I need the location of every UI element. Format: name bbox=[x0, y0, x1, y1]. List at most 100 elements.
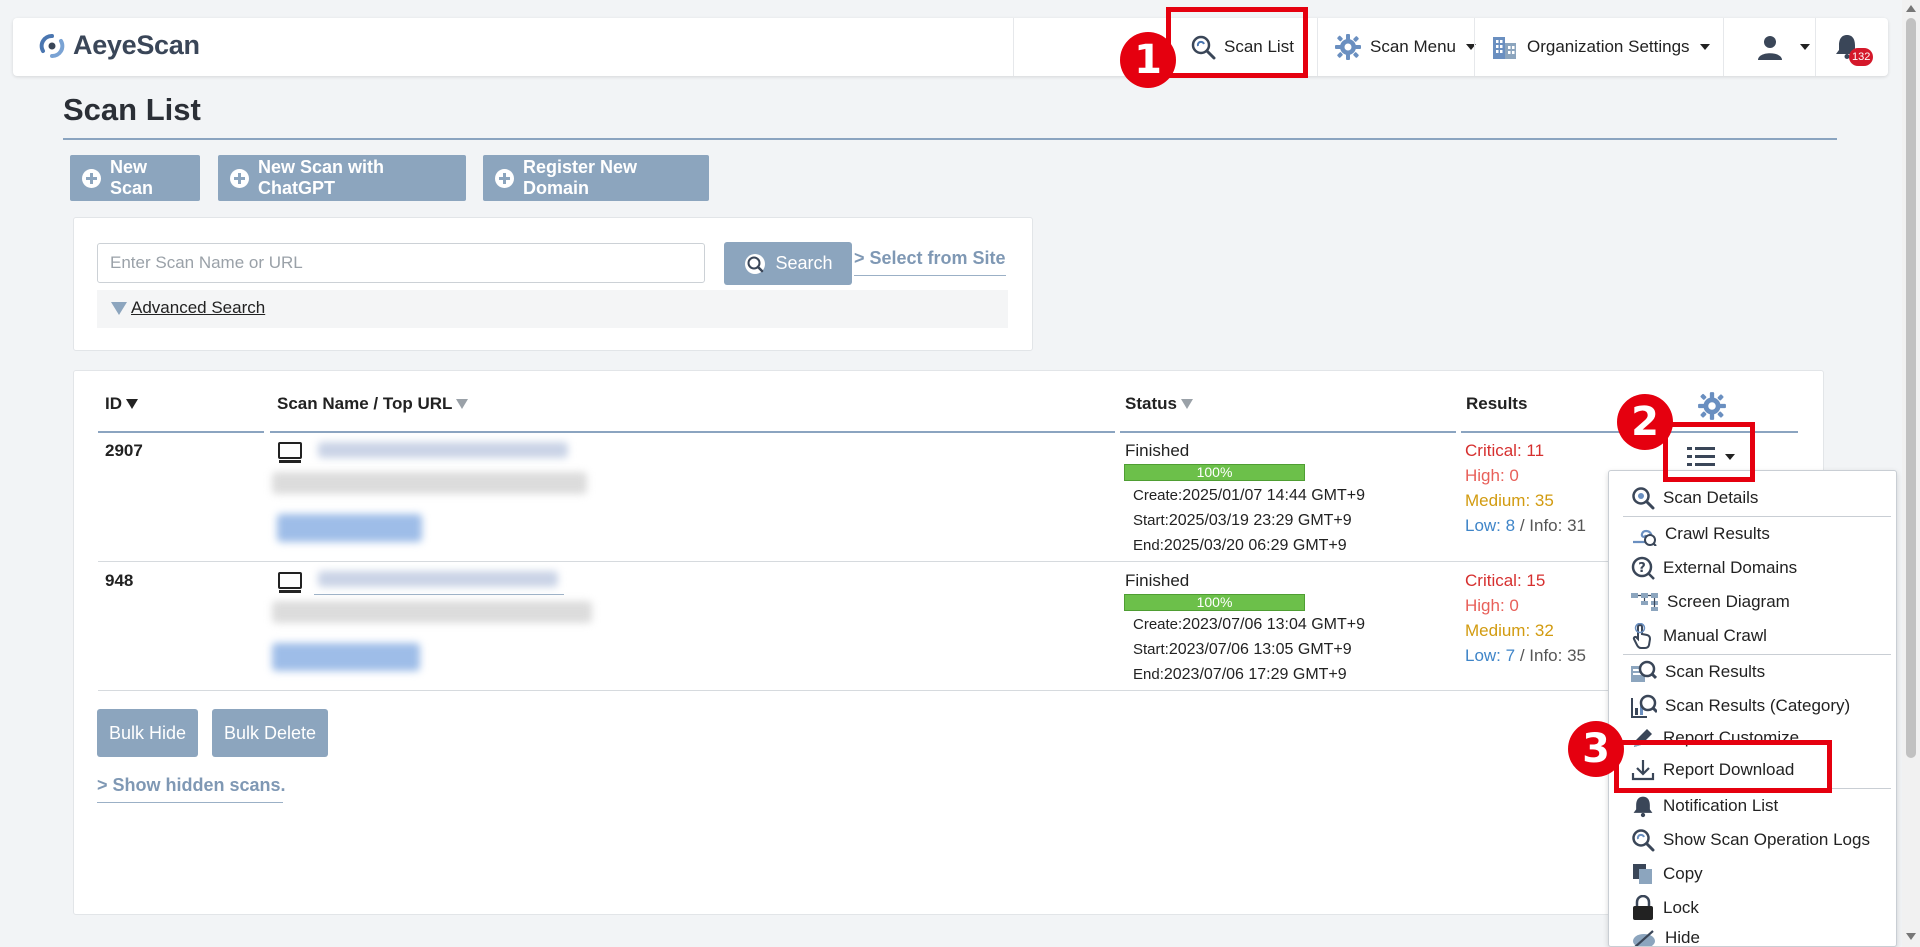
triangle-down-icon[interactable] bbox=[111, 302, 127, 315]
gear-icon bbox=[1335, 34, 1361, 60]
logo[interactable]: AeyeScan bbox=[37, 30, 200, 61]
menu-item-scan-results-category[interactable]: Scan Results (Category) bbox=[1609, 690, 1896, 722]
desktop-icon bbox=[278, 572, 302, 593]
header-divider bbox=[270, 431, 1115, 433]
result-critical[interactable]: Critical: 15 bbox=[1465, 568, 1586, 593]
column-header-status[interactable]: Status bbox=[1125, 394, 1193, 414]
column-header-results: Results bbox=[1466, 394, 1527, 414]
create-label: Create: bbox=[1133, 487, 1183, 504]
menu-item-scan-details[interactable]: Scan Details bbox=[1609, 482, 1896, 514]
result-high[interactable]: High: 0 bbox=[1465, 463, 1586, 488]
result-medium[interactable]: Medium: 32 bbox=[1465, 618, 1586, 643]
header-divider bbox=[98, 431, 264, 433]
row-divider bbox=[98, 561, 1798, 562]
new-scan-chatgpt-button[interactable]: New Scan with ChatGPT bbox=[218, 155, 466, 201]
result-medium[interactable]: Medium: 35 bbox=[1465, 488, 1586, 513]
top-navbar: AeyeScan Scan List Scan Menu Organizatio… bbox=[13, 18, 1888, 76]
scan-name-redacted[interactable] bbox=[318, 571, 558, 587]
lock-icon bbox=[1633, 895, 1653, 920]
menu-item-show-scan-operation-logs[interactable]: Show Scan Operation Logs bbox=[1609, 824, 1896, 856]
result-critical[interactable]: Critical: 11 bbox=[1465, 438, 1586, 463]
menu-item-manual-crawl[interactable]: Manual Crawl bbox=[1609, 620, 1896, 652]
header-divider bbox=[1120, 431, 1456, 433]
scan-results-icon bbox=[1631, 660, 1657, 682]
menu-item-label: Scan Results (Category) bbox=[1665, 696, 1851, 715]
result-low[interactable]: Low: 7 bbox=[1465, 646, 1515, 665]
select-from-site-link[interactable]: > Select from Site bbox=[854, 248, 1006, 276]
nav-notifications[interactable]: 132 bbox=[1833, 18, 1874, 76]
chart-search-icon bbox=[1631, 694, 1657, 718]
search-button-label: Search bbox=[775, 253, 833, 273]
create-label: Create: bbox=[1133, 616, 1183, 633]
register-domain-label: Register New Domain bbox=[523, 157, 638, 198]
show-hidden-scans-link[interactable]: > Show hidden scans. bbox=[97, 775, 286, 803]
menu-item-lock[interactable]: Lock bbox=[1609, 892, 1896, 924]
menu-item-label: Show Scan Operation Logs bbox=[1663, 830, 1870, 849]
bell-icon bbox=[1633, 796, 1653, 818]
scrollbar-thumb[interactable] bbox=[1906, 18, 1916, 758]
menu-item-scan-results[interactable]: Scan Results bbox=[1609, 656, 1896, 688]
page-title: Scan List bbox=[63, 92, 201, 127]
column-header-name-label: Scan Name / Top URL bbox=[277, 394, 453, 413]
advanced-search-link[interactable]: Advanced Search bbox=[131, 298, 265, 318]
new-scan-button[interactable]: New Scan bbox=[70, 155, 200, 201]
column-settings-gear-icon[interactable] bbox=[1697, 391, 1727, 421]
menu-divider bbox=[1623, 516, 1891, 517]
nav-scan-menu-label: Scan Menu bbox=[1370, 37, 1456, 56]
plus-circle-icon bbox=[230, 168, 249, 188]
menu-item-label: Copy bbox=[1663, 864, 1703, 883]
scan-name-redacted[interactable] bbox=[318, 442, 568, 458]
tag-redacted bbox=[277, 514, 422, 542]
result-info[interactable]: / Info: 35 bbox=[1515, 646, 1586, 665]
nav-scan-menu[interactable]: Scan Menu bbox=[1334, 18, 1476, 76]
menu-item-screen-diagram[interactable]: Screen Diagram bbox=[1609, 586, 1896, 618]
result-high[interactable]: High: 0 bbox=[1465, 593, 1586, 618]
scan-times: Create:2023/07/06 13:04 GMT+9 Start:2023… bbox=[1133, 612, 1365, 687]
plus-circle-icon bbox=[82, 168, 101, 188]
result-low[interactable]: Low: 8 bbox=[1465, 516, 1515, 535]
menu-item-copy[interactable]: Copy bbox=[1609, 858, 1896, 890]
column-header-name[interactable]: Scan Name / Top URL bbox=[277, 394, 469, 414]
chevron-down-icon bbox=[1800, 44, 1810, 50]
start-label: Start: bbox=[1133, 641, 1169, 658]
new-scan-chatgpt-label: New Scan with ChatGPT bbox=[258, 157, 385, 198]
menu-item-label: Manual Crawl bbox=[1663, 626, 1767, 645]
annotation-box-3 bbox=[1614, 740, 1832, 793]
nav-organization-settings[interactable]: Organization Settings bbox=[1491, 18, 1710, 76]
column-header-id[interactable]: ID bbox=[105, 394, 138, 414]
menu-item-label: Scan Results bbox=[1665, 662, 1766, 681]
create-time: 2025/01/07 14:44 GMT+9 bbox=[1182, 487, 1365, 504]
chevron-down-icon bbox=[1699, 44, 1710, 50]
search-button[interactable]: Search bbox=[724, 242, 852, 285]
result-info[interactable]: / Info: 31 bbox=[1515, 516, 1586, 535]
results-summary: Critical: 15 High: 0 Medium: 32 Low: 7 /… bbox=[1465, 568, 1586, 668]
bulk-delete-button[interactable]: Bulk Delete bbox=[212, 709, 328, 757]
search-input[interactable] bbox=[97, 243, 705, 283]
sort-icon bbox=[456, 399, 469, 409]
nav-separator bbox=[1317, 18, 1318, 76]
start-time: 2025/03/19 23:29 GMT+9 bbox=[1168, 512, 1352, 529]
hide-icon bbox=[1633, 930, 1655, 946]
logo-icon bbox=[39, 33, 65, 58]
top-url-redacted bbox=[272, 601, 592, 623]
show-hidden-scans-label: Show hidden scans. bbox=[112, 775, 286, 795]
bulk-hide-button[interactable]: Bulk Hide bbox=[97, 709, 198, 757]
menu-item-label: External Domains bbox=[1663, 558, 1798, 577]
nav-user-menu[interactable] bbox=[1756, 18, 1810, 76]
menu-item-hide[interactable]: Hide bbox=[1609, 922, 1896, 946]
menu-item-external-domains[interactable]: ? External Domains bbox=[1609, 552, 1896, 584]
scroll-down-arrow-icon[interactable] bbox=[1906, 933, 1916, 940]
menu-item-notification-list[interactable]: Notification List bbox=[1609, 790, 1896, 822]
scroll-up-arrow-icon[interactable] bbox=[1906, 5, 1916, 12]
menu-item-label: Lock bbox=[1663, 898, 1699, 917]
scan-times: Create:2025/01/07 14:44 GMT+9 Start:2025… bbox=[1133, 483, 1365, 558]
nav-organization-settings-label: Organization Settings bbox=[1527, 37, 1690, 56]
register-domain-button[interactable]: Register New Domain bbox=[483, 155, 709, 201]
search-panel: Search > Select from Site Advanced Searc… bbox=[73, 217, 1033, 351]
menu-item-crawl-results[interactable]: Crawl Results bbox=[1609, 518, 1896, 550]
progress-bar: 100% bbox=[1124, 594, 1305, 611]
menu-item-label: Crawl Results bbox=[1665, 524, 1770, 543]
page-scrollbar[interactable] bbox=[1902, 0, 1920, 947]
notification-count-badge: 132 bbox=[1849, 48, 1874, 66]
menu-item-label: Screen Diagram bbox=[1667, 592, 1790, 611]
